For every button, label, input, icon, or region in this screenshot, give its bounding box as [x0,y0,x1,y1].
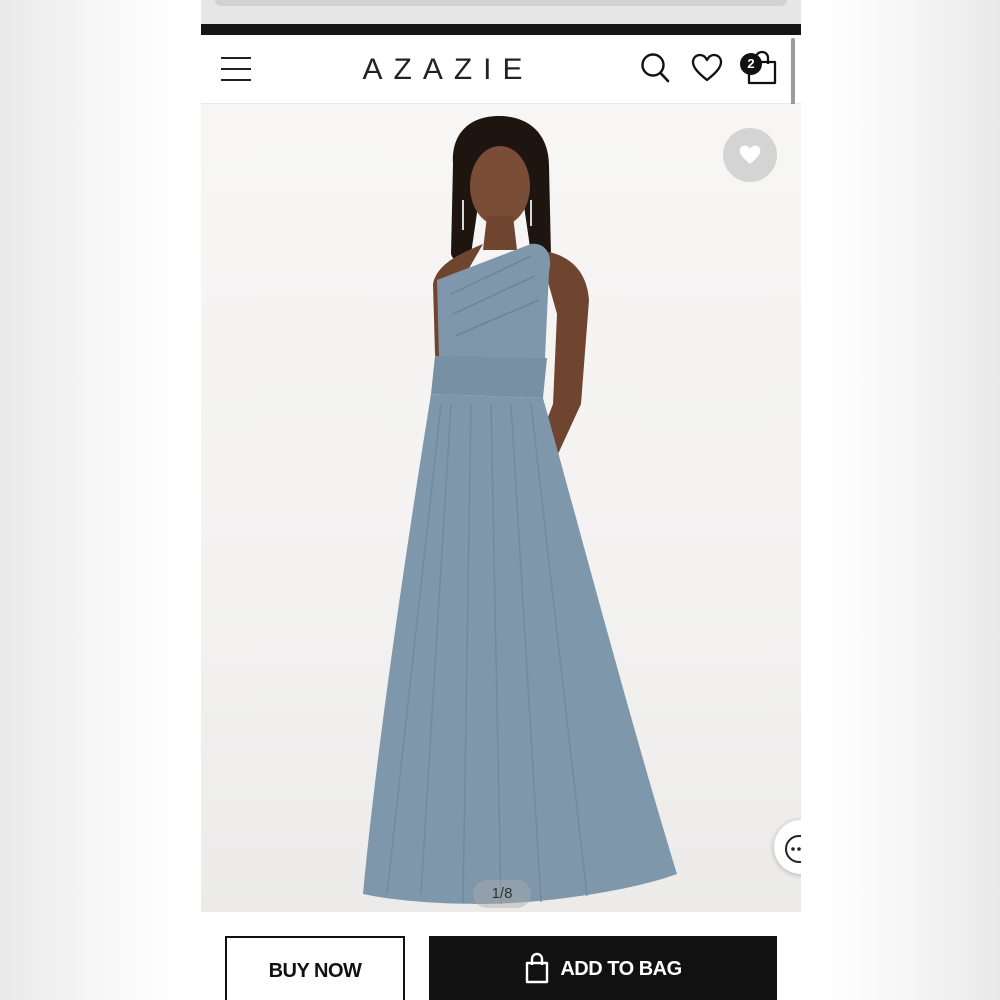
phone-screen: AZAZIE 2 1/8 BUY NOW ADD TO BAG [201,0,801,1000]
product-image[interactable]: 1/8 [201,104,801,912]
status-strip [201,24,801,35]
address-bar[interactable] [215,0,787,6]
add-to-bag-button[interactable]: ADD TO BAG [429,936,777,1000]
shopping-bag-icon [526,952,549,984]
image-counter: 1/8 [473,880,531,908]
favorite-button[interactable] [723,128,777,182]
menu-icon[interactable] [221,57,251,81]
site-header: AZAZIE 2 [201,35,801,104]
chat-icon [785,835,801,863]
heart-icon[interactable] [691,53,723,83]
purchase-bar: BUY NOW ADD TO BAG [201,912,801,1000]
browser-top-bar [201,0,801,24]
add-to-bag-label: ADD TO BAG [560,958,682,980]
bag-count-badge: 2 [740,53,762,75]
brand-logo[interactable]: AZAZIE [333,53,563,87]
heart-icon [739,145,761,164]
model-in-dress-image [363,116,677,905]
buy-now-button[interactable]: BUY NOW [225,936,405,1000]
search-icon[interactable] [639,51,671,85]
